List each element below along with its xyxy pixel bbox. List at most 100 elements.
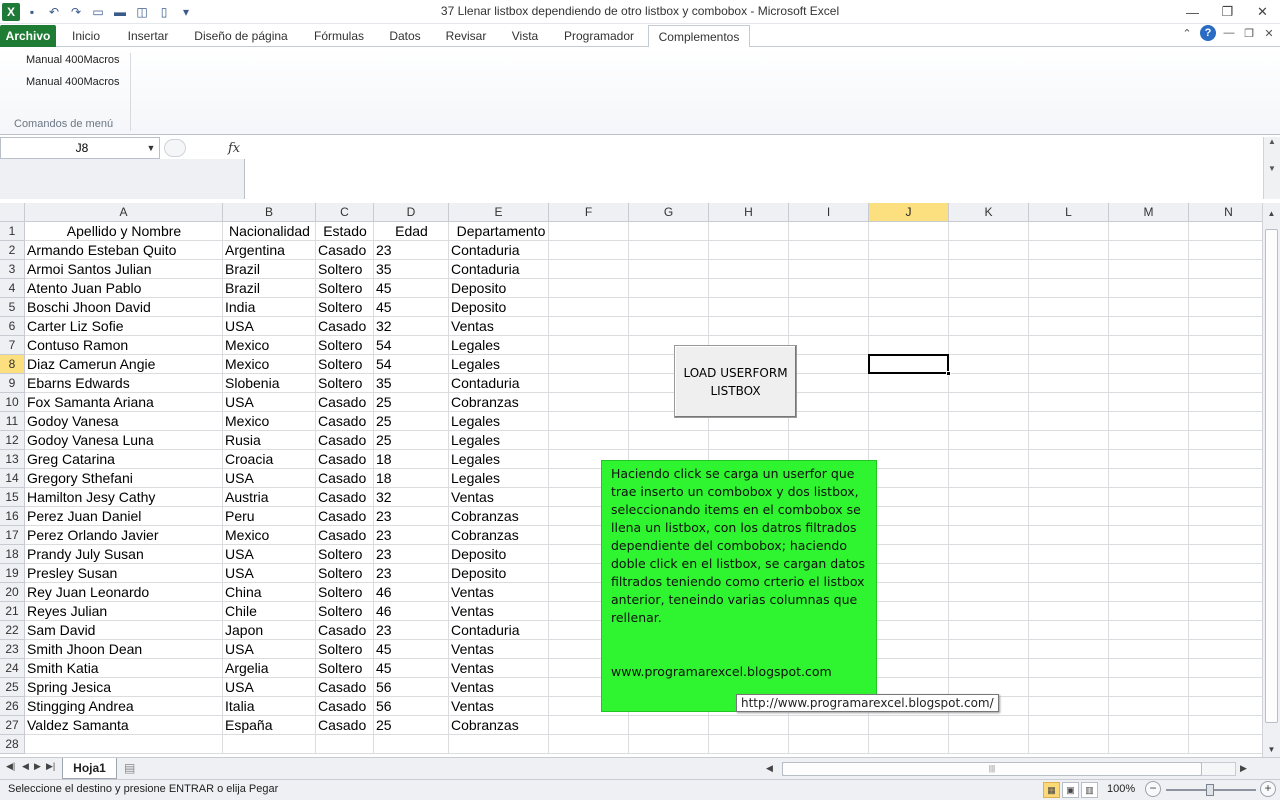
cell-c10[interactable]: Casado — [316, 393, 374, 412]
blog-link[interactable]: www.programarexcel.blogspot.com — [611, 663, 867, 681]
vertical-scrollbar[interactable]: ▲ ▼ — [1262, 203, 1280, 757]
cell-e2[interactable]: Contaduria — [449, 241, 553, 260]
cell-c14[interactable]: Casado — [316, 469, 374, 488]
cell-e6[interactable]: Ventas — [449, 317, 553, 336]
cell-b25[interactable]: USA — [223, 678, 316, 697]
cell-a1[interactable]: Apellido y Nombre — [25, 222, 223, 241]
cell-b16[interactable]: Peru — [223, 507, 316, 526]
cell-e16[interactable]: Cobranzas — [449, 507, 553, 526]
cell-c21[interactable]: Soltero — [316, 602, 374, 621]
minimize-icon[interactable]: — — [1175, 0, 1210, 24]
row-header-2[interactable]: 2 — [0, 241, 25, 260]
cell-c7[interactable]: Soltero — [316, 336, 374, 355]
cell-e11[interactable]: Legales — [449, 412, 553, 431]
prev-sheet-icon[interactable]: ◀ — [22, 761, 29, 772]
insert-function-icon[interactable]: fx — [228, 141, 240, 156]
cell-a10[interactable]: Fox Samanta Ariana — [25, 393, 223, 412]
cell-e25[interactable]: Ventas — [449, 678, 553, 697]
open-icon[interactable]: ▭ — [88, 2, 108, 22]
fill-handle[interactable] — [946, 371, 951, 376]
cell-b9[interactable]: Slobenia — [223, 374, 316, 393]
row-header-13[interactable]: 13 — [0, 450, 25, 469]
zoom-slider-thumb[interactable] — [1206, 784, 1214, 796]
cell-b23[interactable]: USA — [223, 640, 316, 659]
row-header-25[interactable]: 25 — [0, 678, 25, 697]
insert-sheet-icon[interactable]: ▤ — [124, 761, 135, 775]
cell-a15[interactable]: Hamilton Jesy Cathy — [25, 488, 223, 507]
row-header-22[interactable]: 22 — [0, 621, 25, 640]
horizontal-scrollbar[interactable]: ◀ ||| ▶ — [760, 762, 1250, 776]
cell-e3[interactable]: Contaduria — [449, 260, 553, 279]
cell-c6[interactable]: Casado — [316, 317, 374, 336]
cell-c4[interactable]: Soltero — [316, 279, 374, 298]
column-header-j[interactable]: J — [869, 203, 949, 222]
cell-b20[interactable]: China — [223, 583, 316, 602]
close-workbook-icon[interactable]: ✕ — [1262, 27, 1276, 40]
cell-c16[interactable]: Casado — [316, 507, 374, 526]
cell-e27[interactable]: Cobranzas — [449, 716, 553, 735]
row-header-18[interactable]: 18 — [0, 545, 25, 564]
cell-c1[interactable]: Estado — [316, 222, 374, 241]
cell-e19[interactable]: Deposito — [449, 564, 553, 583]
last-sheet-icon[interactable]: ▶| — [46, 761, 55, 772]
sheet-tab-hoja1[interactable]: Hoja1 — [62, 758, 117, 779]
cell-b24[interactable]: Argelia — [223, 659, 316, 678]
column-header-c[interactable]: C — [316, 203, 374, 222]
cell-b18[interactable]: USA — [223, 545, 316, 564]
vertical-scroll-thumb[interactable] — [1265, 229, 1278, 723]
formula-resize-handle[interactable] — [164, 139, 186, 157]
cell-c3[interactable]: Soltero — [316, 260, 374, 279]
cell-b6[interactable]: USA — [223, 317, 316, 336]
scroll-right-icon[interactable]: ▶ — [1240, 763, 1247, 774]
cell-d15[interactable]: 32 — [374, 488, 449, 507]
cell-a17[interactable]: Perez Orlando Javier — [25, 526, 223, 545]
cell-c2[interactable]: Casado — [316, 241, 374, 260]
cell-b5[interactable]: India — [223, 298, 316, 317]
row-header-5[interactable]: 5 — [0, 298, 25, 317]
restore-icon[interactable]: ❐ — [1210, 0, 1245, 24]
cell-a25[interactable]: Spring Jesica — [25, 678, 223, 697]
spreadsheet-grid[interactable]: A B C D E F G H I J K L M N 1 2 3 4 5 6 7 8 9 10 11 12 13 14 15 16 17 1… — [0, 203, 1262, 757]
row-header-27[interactable]: 27 — [0, 716, 25, 735]
cell-a26[interactable]: Stingging Andrea — [25, 697, 223, 716]
cell-c17[interactable]: Casado — [316, 526, 374, 545]
cell-d14[interactable]: 18 — [374, 469, 449, 488]
column-header-k[interactable]: K — [949, 203, 1029, 222]
cell-c22[interactable]: Casado — [316, 621, 374, 640]
cell-d12[interactable]: 25 — [374, 431, 449, 450]
cell-c5[interactable]: Soltero — [316, 298, 374, 317]
cell-e22[interactable]: Contaduria — [449, 621, 553, 640]
cell-c15[interactable]: Casado — [316, 488, 374, 507]
row-header-15[interactable]: 15 — [0, 488, 25, 507]
zoom-in-icon[interactable]: + — [1260, 781, 1276, 797]
cell-a18[interactable]: Prandy July Susan — [25, 545, 223, 564]
cell-a20[interactable]: Rey Juan Leonardo — [25, 583, 223, 602]
cell-c27[interactable]: Casado — [316, 716, 374, 735]
cell-a2[interactable]: Armando Esteban Quito — [25, 241, 223, 260]
cell-d24[interactable]: 45 — [374, 659, 449, 678]
cell-c9[interactable]: Soltero — [316, 374, 374, 393]
first-sheet-icon[interactable]: ◀| — [6, 761, 15, 772]
cell-e10[interactable]: Cobranzas — [449, 393, 553, 412]
cell-d9[interactable]: 35 — [374, 374, 449, 393]
cell-b19[interactable]: USA — [223, 564, 316, 583]
tab-vista[interactable]: Vista — [504, 25, 546, 47]
cell-b2[interactable]: Argentina — [223, 241, 316, 260]
cell-e7[interactable]: Legales — [449, 336, 553, 355]
menu-manual-400macros-1[interactable]: Manual 400Macros — [26, 54, 120, 66]
cell-d4[interactable]: 45 — [374, 279, 449, 298]
tab-datos[interactable]: Datos — [382, 25, 428, 47]
chevron-down-icon[interactable]: ▼ — [143, 143, 159, 153]
column-header-i[interactable]: I — [789, 203, 869, 222]
row-header-11[interactable]: 11 — [0, 412, 25, 431]
cell-c25[interactable]: Casado — [316, 678, 374, 697]
cell-e21[interactable]: Ventas — [449, 602, 553, 621]
cell-d26[interactable]: 56 — [374, 697, 449, 716]
tab-formulas[interactable]: Fórmulas — [304, 25, 374, 47]
collapse-ribbon-icon[interactable]: ⌃ — [1180, 27, 1194, 40]
menu-manual-400macros-2[interactable]: Manual 400Macros — [26, 76, 120, 88]
print-preview-icon[interactable]: ◫ — [132, 2, 152, 22]
row-header-9[interactable]: 9 — [0, 374, 25, 393]
cell-c23[interactable]: Soltero — [316, 640, 374, 659]
tab-diseno-pagina[interactable]: Diseño de página — [186, 25, 296, 47]
